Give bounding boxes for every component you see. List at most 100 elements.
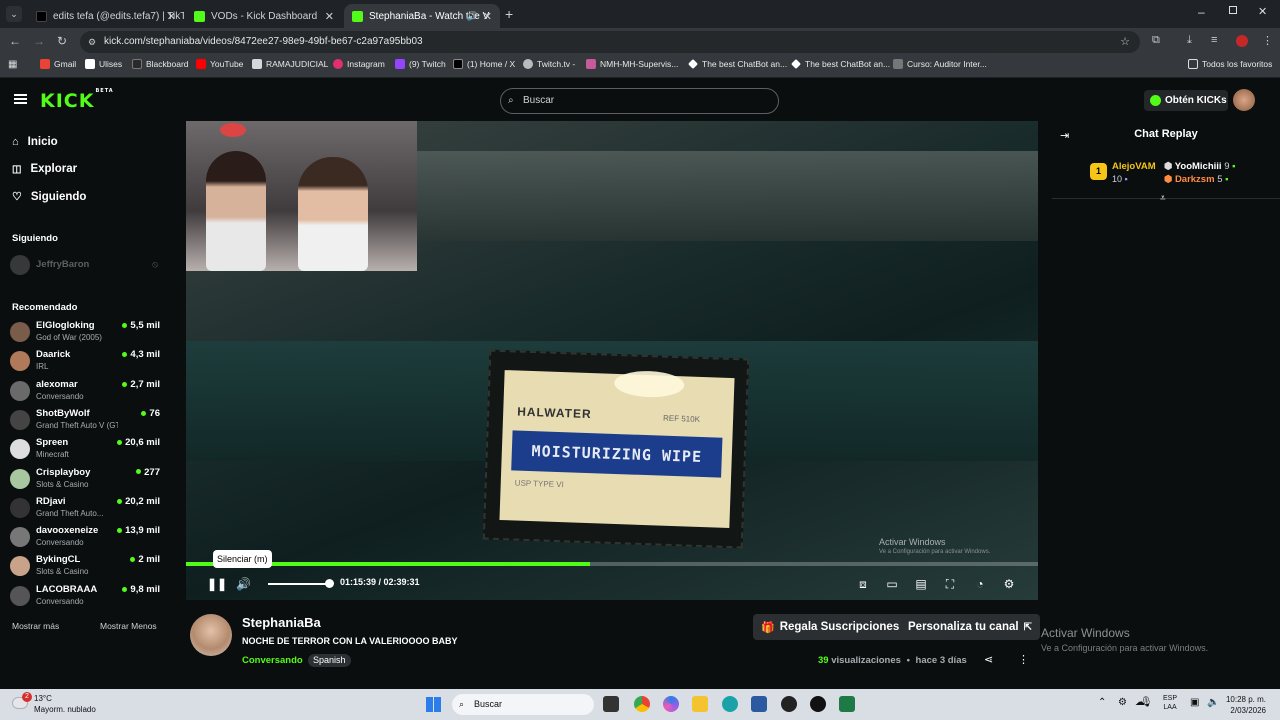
volume-icon[interactable]: 🔊 [236, 577, 251, 591]
bookmark-twitch[interactable]: (9) Twitch [395, 59, 446, 69]
task-view-icon[interactable] [603, 696, 619, 712]
progress-bar[interactable] [186, 562, 1038, 566]
sidebar-item-recommended[interactable]: LACOBRAAA Conversando 9,8 mil [10, 582, 160, 610]
hamburger-menu-icon[interactable] [14, 94, 27, 104]
apps-grid-icon[interactable]: ▦ [8, 59, 17, 70]
kick-logo[interactable]: KICKBETA [40, 88, 114, 112]
tab-search-icon[interactable]: ⌄ [6, 6, 22, 22]
leaderboard-name[interactable]: ⬢ YooMichiii 9 ▪ [1164, 161, 1236, 172]
customize-channel-button[interactable]: Personaliza tu canal ⇱ [900, 614, 1040, 640]
settings-gear-icon[interactable]: ⚙ [1002, 577, 1016, 591]
bookmark-ulises[interactable]: Ulises [85, 59, 122, 69]
bookmark-nmh[interactable]: NMH-MH-Supervis... [586, 59, 678, 69]
sidebar-item-recommended[interactable]: alexomar Conversando 2,7 mil [10, 377, 160, 405]
taskbar-search[interactable]: ⌕ Buscar [452, 694, 594, 715]
sidebar-item-explorar[interactable]: ◫ Explorar [12, 163, 77, 175]
tray-chevron-icon[interactable]: ⌃ [1098, 697, 1106, 708]
channel-name[interactable]: StephaniaBa [242, 615, 321, 630]
sidebar-item-recommended[interactable]: ShotByWolfGrand Theft Auto V (GTA) 76 [10, 406, 160, 434]
bookmark-curso[interactable]: Curso: Auditor Inter... [893, 59, 987, 69]
expand-leaderboard-icon[interactable]: ⩡ [1160, 193, 1166, 204]
site-info-icon[interactable]: ⚙ [88, 31, 96, 53]
channel-avatar[interactable] [190, 614, 232, 656]
theater-mode-icon[interactable]: ▤ [914, 577, 928, 591]
bookmark-x-home[interactable]: (1) Home / X [453, 59, 515, 69]
copilot-icon[interactable] [663, 696, 679, 712]
tab-vods-dashboard[interactable]: VODs - Kick Dashboard ✕ [186, 4, 342, 28]
excel-icon[interactable] [839, 696, 855, 712]
sidebar-item-recommended[interactable]: RDjavi Grand Theft Auto... 20,2 mil [10, 494, 160, 522]
show-more-link[interactable]: Mostrar más [12, 621, 59, 631]
sidebar-item-recommended[interactable]: BykingCL Slots & Casino 2 mil [10, 552, 160, 580]
language-indicator[interactable]: ESP LAA [1163, 694, 1177, 712]
following-item[interactable]: JeffryBaron ⦸ [10, 251, 160, 279]
category-link[interactable]: Conversando [242, 655, 303, 666]
sidebar-item-siguiendo[interactable]: ♡ Siguiendo [12, 190, 86, 204]
language-tag[interactable]: Spanish [308, 654, 351, 667]
volume-tray-icon[interactable]: 🔈 [1207, 697, 1219, 708]
sidebar-item-recommended[interactable]: Crisplayboy Slots & Casino 277 [10, 465, 160, 493]
miniplayer-icon[interactable]: ⧈ [856, 577, 870, 591]
sidebar-item-recommended[interactable]: davooxeneize Conversando 13,9 mil [10, 523, 160, 551]
pause-icon[interactable]: ❚❚ [207, 577, 227, 591]
bookmark-chatbot-1[interactable]: The best ChatBot an... [688, 59, 787, 69]
chrome-icon[interactable] [634, 696, 650, 712]
volume-slider[interactable] [268, 583, 330, 585]
leaderboard-name[interactable]: ⬢ Darkzsm 5 ▪ [1164, 174, 1229, 185]
show-less-link[interactable]: Mostrar Menos [100, 621, 157, 631]
bookmark-all-favorites[interactable]: Todos los favoritos [1188, 59, 1272, 69]
bookmark-star-icon[interactable]: ☆ [1120, 31, 1130, 53]
tray-app-icon[interactable]: ⚙ [1118, 697, 1127, 708]
speaker-icon[interactable]: 🔊 [467, 11, 478, 22]
fullscreen-icon[interactable]: ⛶ [943, 577, 957, 591]
bookmark-instagram[interactable]: Instagram [333, 59, 385, 69]
download-icon[interactable]: ⤓ [1187, 34, 1192, 47]
forward-icon[interactable]: → [33, 34, 45, 48]
edge-icon[interactable] [722, 696, 738, 712]
close-window-icon[interactable]: ✕ [1258, 5, 1267, 18]
windows-start-icon[interactable] [426, 697, 441, 712]
new-tab-button[interactable]: + [505, 6, 513, 22]
more-options-icon[interactable]: ⋮ [1018, 653, 1029, 666]
bookmark-twitchtv[interactable]: Twitch.tv - [523, 59, 575, 69]
gift-subs-button[interactable]: 🎁 Regala Suscripciones [753, 614, 908, 640]
close-tab-icon[interactable]: ✕ [167, 10, 176, 23]
media-control-icon[interactable]: ≡ [1211, 34, 1217, 46]
bookmark-ramajudicial[interactable]: RAMAJUDICIAL [252, 59, 328, 69]
url-field[interactable]: ⚙ kick.com/stephaniaba/videos/8472ee27-9… [80, 31, 1140, 53]
search-input[interactable]: ⌕ Buscar [500, 88, 779, 114]
minimize-window-icon[interactable]: – [1198, 5, 1205, 19]
sidebar-item-recommended[interactable]: Spreen Minecraft 20,6 mil [10, 435, 160, 463]
sidebar-item-inicio[interactable]: ⌂ Inicio [12, 136, 58, 148]
bookmark-youtube[interactable]: YouTube [196, 59, 243, 69]
share-icon[interactable]: ⋖ [984, 653, 993, 666]
sidebar-item-recommended[interactable]: Daarick IRL 4,3 mil [10, 347, 160, 375]
maximize-window-icon[interactable] [1229, 6, 1237, 14]
game-app-icon[interactable] [781, 696, 797, 712]
bookmark-blackboard[interactable]: Blackboard [132, 59, 189, 69]
close-tab-icon[interactable]: ✕ [325, 10, 334, 23]
browser-menu-icon[interactable]: ⋮ [1262, 34, 1273, 47]
profile-icon[interactable] [1236, 35, 1248, 47]
clock[interactable]: 10:28 p. m. 2/03/2026 [1222, 694, 1266, 716]
tab-tiktok[interactable]: edits tefa (@edits.tefa7) | TikTo ✕ [28, 4, 184, 28]
volume-knob[interactable] [325, 579, 334, 588]
close-tab-icon[interactable]: ✕ [483, 10, 492, 23]
speed-icon[interactable]: ◔ [973, 577, 987, 591]
video-player[interactable]: HALWATER REF 510K MOISTURIZING WIPE USP … [186, 121, 1038, 600]
extensions-icon[interactable]: ⧉ [1152, 34, 1160, 47]
user-avatar[interactable] [1233, 89, 1255, 111]
network-icon[interactable]: ▣ [1190, 697, 1199, 708]
get-kicks-button[interactable]: Obtén KICKs [1144, 90, 1228, 111]
bookmark-chatbot-2[interactable]: The best ChatBot an... [791, 59, 890, 69]
tab-stephaniaba[interactable]: StephaniaBa - Watch the V 🔊 ✕ [344, 4, 500, 28]
bookmark-gmail[interactable]: Gmail [40, 59, 76, 69]
sidebar-item-recommended[interactable]: ElGlogloking God of War (2005) 5,5 mil [10, 318, 160, 346]
media-player-icon[interactable] [810, 696, 826, 712]
leaderboard-name[interactable]: AlejoVAM [1112, 161, 1156, 172]
reload-icon[interactable]: ↻ [57, 34, 67, 48]
back-icon[interactable]: ← [9, 34, 21, 48]
store-icon[interactable] [751, 696, 767, 712]
clip-icon[interactable]: ▭ [885, 577, 899, 591]
microphone-icon[interactable]: 🎙 [1140, 697, 1153, 708]
